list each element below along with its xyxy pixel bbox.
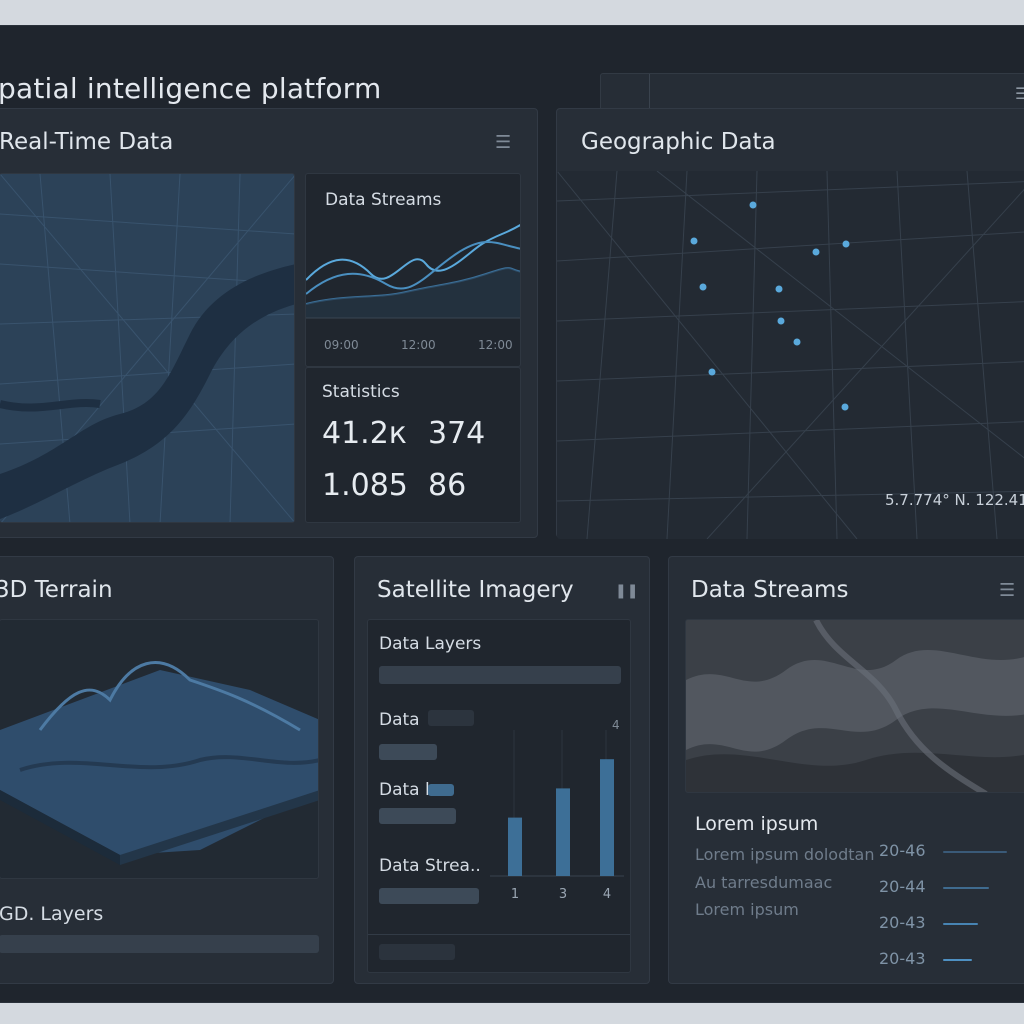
geo-map-graphic [557,171,1024,539]
data-layers-bar[interactable] [379,666,621,684]
streams2-panel: Data Streams ☰ Lorem ipsum Lorem ipsum d… [668,556,1024,984]
streams-label: Data Streams [325,190,442,210]
chart-tick-label: 1 [511,887,519,902]
layer-item-2-slider[interactable] [379,888,479,904]
streams2-line-1: Au tarresdumaac [695,873,833,892]
legend-line [943,959,972,961]
geo-markers [690,201,850,411]
chart-bar [600,759,614,876]
terrain-view[interactable] [0,619,319,879]
chart-bar [508,817,522,876]
coordinate-readout: 5.7.774° N. 122.419 [885,491,1024,509]
terrain-texture-graphic [686,620,1024,792]
legend-line [943,923,978,925]
stat-value-2: 1.085 [322,468,408,503]
terrain-layers-bar[interactable] [0,935,319,953]
streams-line-chart [306,224,520,319]
pause-icon[interactable]: ❚❚ [615,584,638,598]
chart-bar [556,788,570,876]
stats-label: Statistics [322,382,400,402]
statistics-card: Statistics 41.2к 374 1.085 86 [305,367,521,523]
streams2-title: Data Streams [691,577,849,603]
time-tick-2: 12:00 [478,338,513,352]
satellite-bar-chart: 1 3 4 [490,730,624,902]
realtime-menu-icon[interactable]: ☰ [495,134,511,152]
time-tick-0: 09:00 [324,338,359,352]
data-layers-label: Data Layers [379,634,482,654]
footer-bar[interactable] [379,944,455,960]
search-divider [649,74,650,112]
stat-value-3: 86 [428,468,467,503]
satellite-title: Satellite Imagery [377,577,574,603]
page-title: patial intelligence platform [0,72,382,105]
menu-icon[interactable]: ☰ [1015,84,1024,103]
satellite-card: Data Layers Data Data l Data Strea.. 4 1… [367,619,631,973]
realtime-panel: Real-Time Data ☰ Data Streams 09:00 12:0… [0,108,538,538]
chart-tick-label: 4 [603,887,611,902]
layer-item-0: Data [379,710,420,730]
city-map-graphic [0,174,294,522]
card-divider [368,934,630,935]
realtime-title: Real-Time Data [0,129,174,155]
terrain-title: 3D Terrain [0,577,113,603]
streams2-line-0: Lorem ipsum dolodtan [695,845,875,864]
legend-line [943,887,989,889]
legend-value: 20-43 [879,913,926,932]
chart-tick-label: 3 [559,887,567,902]
layer-item-0-bar[interactable] [428,710,474,726]
streams2-menu-icon[interactable]: ☰ [999,582,1015,600]
streams2-line-2: Lorem ipsum [695,900,799,919]
terrain-graphic [0,661,318,865]
legend-line [943,851,1007,853]
terrain-layers-label: GD. Layers [0,903,104,925]
layer-item-2: Data Strea.. [379,856,481,876]
legend-value: 20-43 [879,949,926,968]
geo-title: Geographic Data [581,129,776,155]
stat-value-1: 374 [428,416,486,451]
search-input[interactable]: ☰ [600,73,1024,113]
layer-item-1-slider[interactable] [379,808,456,824]
geo-panel: Geographic Data 5.7.774° N. 122.419 [556,108,1024,539]
geo-map[interactable]: 5.7.774° N. 122.419 [557,171,1024,539]
legend-value: 20-44 [879,877,926,896]
layer-item-1-toggle[interactable] [428,784,454,796]
terrain-panel: 3D Terrain GD. Layers [0,556,334,984]
streams2-heading: Lorem ipsum [695,813,819,835]
data-streams-card: Data Streams 09:00 12:00 12:00 [305,173,521,367]
layer-item-1: Data l [379,780,430,800]
terrain-texture[interactable] [685,619,1024,793]
stat-value-0: 41.2к [322,416,407,451]
app-window: patial intelligence platform ☰ Real-Time… [0,26,1024,1002]
time-tick-1: 12:00 [401,338,436,352]
layer-item-0-slider[interactable] [379,744,437,760]
satellite-panel: Satellite Imagery ❚❚ Data Layers Data Da… [354,556,650,984]
realtime-map[interactable] [0,173,295,523]
legend-value: 20-46 [879,841,926,860]
